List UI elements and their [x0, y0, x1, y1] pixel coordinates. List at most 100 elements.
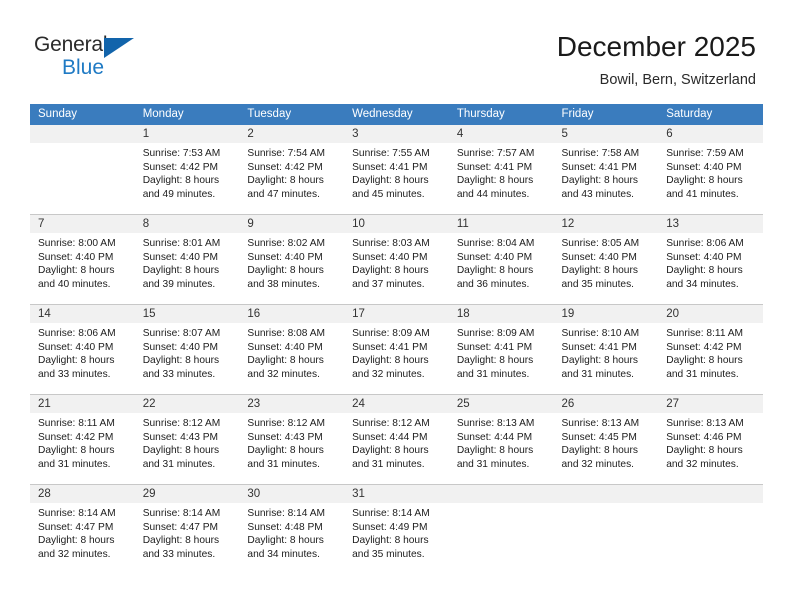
calendar-day-cell[interactable]: 20 Sunrise: 8:11 AM Sunset: 4:42 PM Dayligh… — [658, 304, 763, 395]
day-number: 25 — [448, 395, 554, 413]
day-info-line: Sunset: 4:40 PM — [666, 251, 742, 263]
day-number: 7 — [30, 215, 135, 233]
day-number: 20 — [658, 305, 763, 323]
day-cell-inner: 10 Sunrise: 8:03 AM Sunset: 4:40 PM Dayligh… — [344, 215, 449, 304]
calendar-day-cell[interactable]: 27 Sunrise: 8:13 AM Sunset: 4:46 PM Dayligh… — [658, 394, 763, 485]
day-sun-info: Sunrise: 8:02 AM Sunset: 4:40 PM Daylight:… — [239, 233, 344, 291]
calendar-day-cell[interactable]: 5 Sunrise: 7:58 AM Sunset: 4:41 PM Daylight… — [553, 125, 659, 215]
calendar-page: General Blue December 2025 Bowil, Bern, … — [0, 0, 792, 612]
day-sun-info: Sunrise: 7:59 AM Sunset: 4:40 PM Daylight:… — [658, 143, 763, 201]
day-cell-inner: 30 Sunrise: 8:14 AM Sunset: 4:48 PM Dayligh… — [239, 485, 345, 574]
day-sun-info: Sunrise: 8:10 AM Sunset: 4:41 PM Daylight:… — [554, 323, 659, 381]
calendar-day-cell[interactable]: 18 Sunrise: 8:09 AM Sunset: 4:41 PM Dayligh… — [448, 304, 554, 395]
day-info-line: Daylight: 8 hours — [247, 355, 324, 367]
calendar-week-row: 1 Sunrise: 7:53 AM Sunset: 4:42 PM Daylight… — [30, 125, 763, 215]
day-info-line: Daylight: 8 hours — [142, 535, 220, 547]
day-number: 8 — [134, 215, 240, 233]
day-info-line: and 33 minutes. — [142, 548, 216, 560]
day-info-line: Daylight: 8 hours — [352, 535, 429, 547]
day-sun-info: Sunrise: 8:09 AM Sunset: 4:41 PM Daylight:… — [449, 323, 554, 381]
day-sun-info: Sunrise: 7:54 AM Sunset: 4:42 PM Daylight:… — [239, 143, 344, 201]
day-info-line: Sunrise: 8:09 AM — [456, 328, 535, 339]
calendar-day-cell[interactable]: 7 Sunrise: 8:00 AM Sunset: 4:40 PM Daylight… — [30, 214, 135, 305]
calendar-day-cell[interactable]: 15 Sunrise: 8:07 AM Sunset: 4:40 PM Dayligh… — [134, 304, 240, 395]
calendar-day-cell[interactable]: 23 Sunrise: 8:12 AM Sunset: 4:43 PM Dayligh… — [239, 394, 345, 485]
day-info-line: Sunrise: 8:13 AM — [666, 418, 744, 429]
day-info-line: Sunset: 4:40 PM — [142, 251, 219, 263]
calendar-day-cell[interactable]: 28 Sunrise: 8:14 AM Sunset: 4:47 PM Dayligh… — [30, 484, 135, 574]
day-number: 16 — [239, 305, 345, 323]
calendar-day-cell[interactable]: 24 Sunrise: 8:12 AM Sunset: 4:44 PM Dayligh… — [344, 394, 449, 485]
day-info-line: Daylight: 8 hours — [142, 265, 220, 277]
day-number: 31 — [344, 485, 449, 503]
calendar-day-cell[interactable]: 16 Sunrise: 8:08 AM Sunset: 4:40 PM Dayligh… — [239, 304, 345, 395]
day-info-line: Sunset: 4:49 PM — [352, 521, 428, 533]
day-number: 3 — [344, 125, 449, 143]
calendar-day-cell[interactable]: 19 Sunrise: 8:10 AM Sunset: 4:41 PM Dayligh… — [553, 304, 659, 395]
day-sun-info: Sunrise: 7:57 AM Sunset: 4:41 PM Daylight:… — [449, 143, 554, 201]
day-info-line: Sunrise: 8:13 AM — [456, 418, 535, 429]
day-info-line: and 31 minutes. — [38, 458, 111, 470]
calendar-header-row: Sunday Monday Tuesday Wednesday Thursday Frid… — [30, 104, 763, 125]
page-header: General Blue December 2025 Bowil, Bern, … — [0, 0, 792, 100]
day-number: 30 — [239, 485, 345, 503]
weekday-header-friday: Friday — [553, 104, 659, 125]
calendar-day-cell[interactable]: 29 Sunrise: 8:14 AM Sunset: 4:47 PM Dayligh… — [134, 484, 240, 574]
calendar-day-cell[interactable]: 17 Sunrise: 8:09 AM Sunset: 4:41 PM Dayligh… — [344, 304, 449, 395]
calendar-day-cell[interactable]: 30 Sunrise: 8:14 AM Sunset: 4:48 PM Dayligh… — [239, 484, 345, 574]
day-info-line: Sunset: 4:40 PM — [561, 251, 637, 263]
day-info-line: Sunrise: 8:00 AM — [38, 238, 116, 249]
calendar-day-cell[interactable]: 8 Sunrise: 8:01 AM Sunset: 4:40 PM Daylight… — [134, 214, 240, 305]
day-info-line: Daylight: 8 hours — [352, 265, 429, 277]
day-info-line: Daylight: 8 hours — [666, 175, 743, 187]
day-info-line: Sunrise: 8:11 AM — [666, 328, 744, 339]
calendar-day-cell[interactable]: 11 Sunrise: 8:04 AM Sunset: 4:40 PM Dayligh… — [448, 214, 554, 305]
day-sun-info: Sunrise: 8:05 AM Sunset: 4:40 PM Daylight:… — [554, 233, 659, 291]
calendar-day-cell[interactable]: 26 Sunrise: 8:13 AM Sunset: 4:45 PM Dayligh… — [553, 394, 659, 485]
calendar-day-cell[interactable]: 21 Sunrise: 8:11 AM Sunset: 4:42 PM Dayligh… — [30, 394, 135, 485]
calendar-day-cell[interactable]: 4 Sunrise: 7:57 AM Sunset: 4:41 PM Daylight… — [448, 125, 554, 215]
day-info-line: and 32 minutes. — [38, 548, 111, 560]
calendar-day-cell[interactable]: 9 Sunrise: 8:02 AM Sunset: 4:40 PM Daylight… — [239, 214, 345, 305]
day-info-line: Sunrise: 8:09 AM — [352, 328, 430, 339]
day-number: 17 — [344, 305, 449, 323]
day-info-line: Daylight: 8 hours — [456, 175, 534, 187]
day-number: 23 — [239, 395, 345, 413]
day-info-line: Sunrise: 8:08 AM — [247, 328, 325, 339]
page-title: December 2025 — [556, 31, 756, 62]
day-sun-info: Sunrise: 7:53 AM Sunset: 4:42 PM Daylight:… — [135, 143, 240, 201]
day-info-line: Daylight: 8 hours — [561, 175, 638, 187]
day-info-line: Sunset: 4:40 PM — [456, 251, 533, 263]
calendar-day-cell[interactable]: 3 Sunrise: 7:55 AM Sunset: 4:41 PM Daylight… — [344, 125, 449, 215]
day-info-line: Sunset: 4:42 PM — [142, 161, 219, 173]
day-number: 24 — [344, 395, 449, 413]
calendar-day-cell[interactable]: 13 Sunrise: 8:06 AM Sunset: 4:40 PM Dayligh… — [658, 214, 763, 305]
day-info-line: and 45 minutes. — [352, 188, 425, 200]
day-number: 13 — [658, 215, 763, 233]
day-sun-info: Sunrise: 8:06 AM Sunset: 4:40 PM Daylight:… — [658, 233, 763, 291]
calendar-day-cell[interactable]: 25 Sunrise: 8:13 AM Sunset: 4:44 PM Dayligh… — [448, 394, 554, 485]
day-info-line: Sunset: 4:40 PM — [352, 251, 428, 263]
calendar-day-cell[interactable]: 31 Sunrise: 8:14 AM Sunset: 4:49 PM Dayligh… — [344, 484, 449, 574]
calendar-day-cell[interactable]: 6 Sunrise: 7:59 AM Sunset: 4:40 PM Daylight… — [658, 125, 763, 215]
day-number: 12 — [553, 215, 659, 233]
day-number — [658, 485, 763, 503]
calendar-day-cell[interactable]: 10 Sunrise: 8:03 AM Sunset: 4:40 PM Dayligh… — [344, 214, 449, 305]
day-number: 5 — [553, 125, 659, 143]
calendar-day-cell[interactable]: 14 Sunrise: 8:06 AM Sunset: 4:40 PM Dayligh… — [30, 304, 135, 395]
day-info-line: Sunrise: 8:12 AM — [142, 418, 221, 429]
day-info-line: Sunrise: 8:06 AM — [38, 328, 116, 339]
day-info-line: Sunrise: 7:55 AM — [352, 148, 430, 159]
day-sun-info: Sunrise: 8:06 AM Sunset: 4:40 PM Daylight:… — [30, 323, 135, 381]
weekday-header-thursday: Thursday — [448, 104, 554, 125]
day-info-line: and 31 minutes. — [142, 458, 216, 470]
day-info-line: Daylight: 8 hours — [456, 355, 534, 367]
day-info-line: and 47 minutes. — [247, 188, 320, 200]
day-info-line: Daylight: 8 hours — [352, 355, 429, 367]
calendar-day-cell[interactable]: 2 Sunrise: 7:54 AM Sunset: 4:42 PM Daylight… — [239, 125, 345, 215]
day-info-line: Sunset: 4:44 PM — [456, 431, 533, 443]
weekday-header-saturday: Saturday — [658, 104, 763, 125]
calendar-day-cell[interactable]: 22 Sunrise: 8:12 AM Sunset: 4:43 PM Dayligh… — [134, 394, 240, 485]
calendar-day-cell[interactable]: 12 Sunrise: 8:05 AM Sunset: 4:40 PM Dayligh… — [553, 214, 659, 305]
calendar-day-cell[interactable]: 1 Sunrise: 7:53 AM Sunset: 4:42 PM Daylight… — [134, 125, 240, 215]
